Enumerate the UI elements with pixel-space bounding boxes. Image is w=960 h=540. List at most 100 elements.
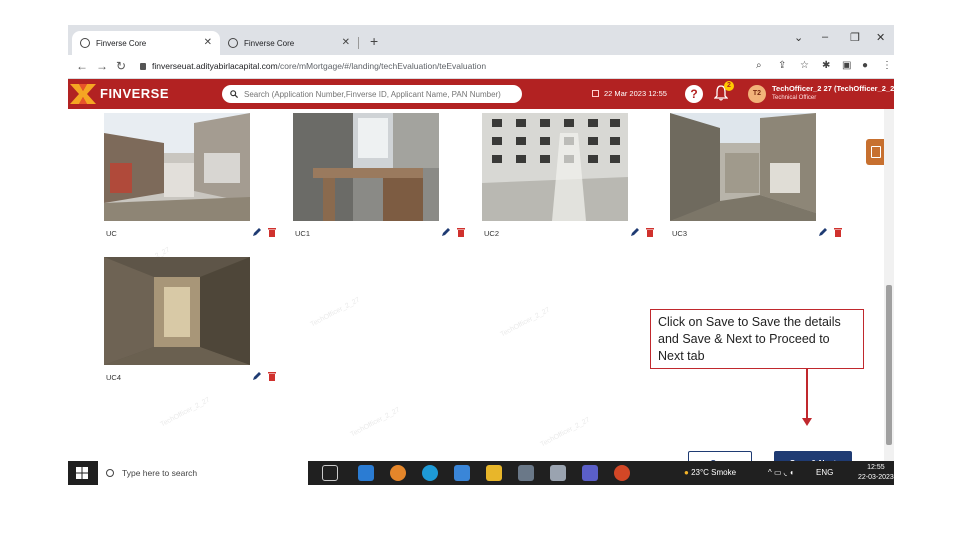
image-label: UC [106,229,117,238]
delete-trash-icon[interactable] [268,227,276,237]
edit-pencil-icon[interactable] [818,227,828,237]
clock-time: 12:55 [867,464,885,471]
taskbar-search-placeholder: Type here to search [122,468,198,478]
finverse-logo-icon [70,84,96,104]
powerpoint-icon[interactable] [614,465,630,481]
windows-taskbar: Type here to search ● 23°C Smoke ^ ▭ ◟ ◖… [68,461,894,485]
side-document-icon[interactable] [866,139,886,165]
reload-icon[interactable]: ↻ [116,59,126,73]
delete-trash-icon[interactable] [834,227,842,237]
search-input[interactable] [244,89,514,99]
tab-search-icon[interactable]: ⌄ [794,31,803,44]
chrome-icon[interactable] [390,465,406,481]
global-search[interactable] [222,85,522,103]
edit-pencil-icon[interactable] [252,371,262,381]
language-indicator[interactable]: ENG [816,468,833,477]
snipping-tool-icon[interactable] [550,465,566,481]
restore-icon[interactable]: ❐ [850,31,860,44]
edit-pencil-icon[interactable] [630,227,640,237]
edit-pencil-icon[interactable] [441,227,451,237]
tab-title: Finverse Core [244,38,295,48]
taskbar-clock[interactable]: 12:55 22-03-2023 [858,463,894,483]
bookmark-star-icon[interactable]: ☆ [800,60,809,71]
file-explorer-icon[interactable] [486,465,502,481]
search-icon [230,90,238,98]
search-icon [106,469,114,477]
edge-icon[interactable] [422,465,438,481]
datetime-text: 22 Mar 2023 12:55 [604,89,667,98]
delete-trash-icon[interactable] [268,371,276,381]
instruction-callout: Click on Save to Save the details and Sa… [650,309,864,369]
tab-bar: Finverse Core ✕ Finverse Core ✕ + ⌄ – ❐ … [68,25,894,55]
watermark: TechOfficer_2_27 [349,406,402,439]
menu-kebab-icon[interactable]: ⋮ [882,60,892,71]
close-tab-icon[interactable]: ✕ [204,37,212,48]
header-datetime: 22 Mar 2023 12:55 [592,89,667,98]
weather-icon: ● [684,468,689,477]
watermark: TechOfficer_2_27 [309,296,362,329]
extensions-icon[interactable]: ✱ [822,60,830,71]
forward-icon[interactable]: → [96,59,108,73]
notification-badge: 2 [724,81,734,91]
close-tab-icon[interactable]: ✕ [342,37,350,48]
new-tab-button[interactable]: + [370,33,378,49]
browser-tab[interactable]: Finverse Core ✕ [220,31,358,55]
tray-icons[interactable]: ^ ▭ ◟ ◖ [768,468,794,477]
avatar[interactable]: T2 [748,85,766,103]
user-role: Technical Officer [772,95,817,101]
browser-window: Finverse Core ✕ Finverse Core ✕ + ⌄ – ❐ … [68,25,894,485]
page-scrollbar[interactable] [884,109,894,461]
property-photo[interactable] [482,113,628,221]
property-photo[interactable] [293,113,439,221]
outlook-icon[interactable] [358,465,374,481]
globe-icon [80,38,90,48]
property-photo[interactable] [104,257,250,365]
url-field[interactable]: finverseuat.adityabirlacapital.com/core/… [140,61,486,71]
scrollbar-thumb[interactable] [886,285,892,445]
task-view-icon[interactable] [322,465,338,481]
url-host: finverseuat.adityabirlacapital.com [152,61,278,71]
main-content: TechOfficer_2_27 TechOfficer_2_27 TechOf… [68,109,886,475]
sidepanel-icon[interactable]: ▣ [842,60,851,71]
windows-start-icon[interactable] [76,467,88,479]
image-label: UC4 [106,373,122,382]
calculator-icon[interactable] [518,465,534,481]
tab-divider [358,37,359,49]
weather-text: 23°C Smoke [691,468,737,477]
callout-arrow-head [802,418,812,426]
profile-icon[interactable]: ● [862,60,868,71]
weather-widget[interactable]: ● 23°C Smoke [684,468,736,477]
watermark: TechOfficer_2_27 [159,396,212,429]
property-photo[interactable] [104,113,250,221]
globe-icon [228,38,238,48]
delete-trash-icon[interactable] [646,227,654,237]
help-icon[interactable]: ? [685,85,703,103]
image-label: UC2 [484,229,500,238]
teams-icon[interactable] [582,465,598,481]
app-header: FINVERSE 22 Mar 2023 12:55 ? 2 T2 TechOf… [68,79,894,109]
image-label: UC3 [672,229,688,238]
lock-icon [140,63,146,70]
tab-title: Finverse Core [96,38,147,48]
share-icon[interactable]: ⇪ [778,60,786,71]
watermark: TechOfficer_2_27 [499,306,552,339]
calendar-icon [592,90,599,97]
browser-tab-active[interactable]: Finverse Core ✕ [72,31,220,55]
edit-pencil-icon[interactable] [252,227,262,237]
image-label: UC1 [295,229,311,238]
ie-icon[interactable] [454,465,470,481]
clock-date: 22-03-2023 [858,474,894,481]
url-path: /core/mMortgage/#/landing/techEvaluation… [277,61,487,71]
minimize-icon[interactable]: – [822,31,828,43]
taskbar-search[interactable]: Type here to search [98,461,308,485]
callout-arrow-line [806,369,808,419]
brand-name: FINVERSE [100,86,170,101]
close-window-icon[interactable]: ✕ [876,31,885,44]
user-name: TechOfficer_2 27 (TechOfficer_2_27) [772,84,894,93]
zoom-icon[interactable]: ⌕ [756,60,762,71]
watermark: TechOfficer_2_27 [539,416,592,449]
property-photo[interactable] [670,113,816,221]
back-icon[interactable]: ← [76,59,88,73]
address-bar: ← → ↻ finverseuat.adityabirlacapital.com… [68,55,894,79]
delete-trash-icon[interactable] [457,227,465,237]
